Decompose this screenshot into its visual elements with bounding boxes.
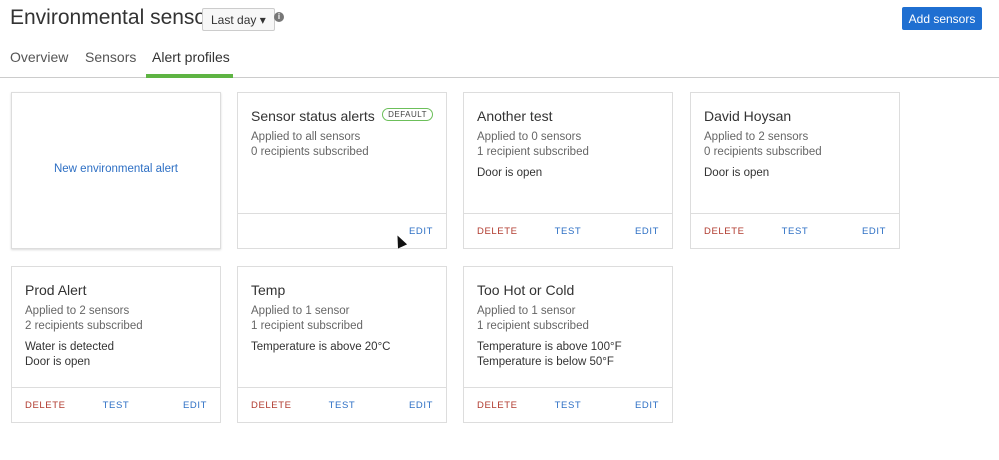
new-environmental-alert-link[interactable]: New environmental alert — [12, 163, 220, 175]
card-title: Temp — [251, 282, 286, 298]
alert-profile-card: Too Hot or Cold Applied to 1 sensor 1 reci… — [463, 266, 673, 423]
recipients-count: 0 recipients subscribed — [704, 146, 822, 158]
applied-sensors: Applied to 1 sensor — [251, 305, 350, 317]
edit-button[interactable]: EDIT — [409, 400, 433, 411]
tab-alert-profiles[interactable]: Alert profiles — [152, 49, 230, 65]
active-tab-indicator — [146, 74, 233, 78]
applied-sensors: Applied to 1 sensor — [477, 305, 576, 317]
edit-button[interactable]: EDIT — [862, 226, 886, 237]
applied-sensors: Applied to 0 sensors — [477, 131, 582, 143]
card-actions: EDIT — [238, 213, 446, 248]
card-title: David Hoysan — [704, 108, 792, 124]
card-title: Prod Alert — [25, 282, 87, 298]
edit-button[interactable]: EDIT — [183, 400, 207, 411]
page-title: Environmental sensors — [10, 6, 224, 29]
tab-overview[interactable]: Overview — [10, 49, 68, 65]
alert-condition: Temperature is above 100°F — [477, 341, 622, 353]
tab-sensors[interactable]: Sensors — [85, 49, 136, 65]
alert-condition: Door is open — [704, 167, 770, 179]
recipients-count: 1 recipient subscribed — [477, 146, 589, 158]
card-actions: DELETE TEST EDIT — [12, 387, 220, 422]
recipients-count: 1 recipient subscribed — [477, 320, 589, 332]
applied-sensors: Applied to 2 sensors — [25, 305, 130, 317]
alert-condition: Water is detected — [25, 341, 115, 353]
recipients-count: 0 recipients subscribed — [251, 146, 369, 158]
edit-button[interactable]: EDIT — [635, 400, 659, 411]
alert-profile-card: Sensor status alerts DEFAULT Applied to al… — [237, 92, 447, 249]
alert-profile-card: Another test Applied to 0 sensors 1 recipi… — [463, 92, 673, 249]
card-title: Sensor status alerts — [251, 108, 375, 124]
card-title: Too Hot or Cold — [477, 282, 575, 298]
card-title: Another test — [477, 108, 553, 124]
alert-condition: Temperature is above 20°C — [251, 341, 391, 353]
alert-condition: Temperature is below 50°F — [477, 356, 614, 368]
applied-sensors: Applied to 2 sensors — [704, 131, 809, 143]
new-alert-card[interactable]: New environmental alert — [11, 92, 221, 249]
card-actions: DELETE TEST EDIT — [464, 213, 672, 248]
recipients-count: 1 recipient subscribed — [251, 320, 363, 332]
alert-profile-card: David Hoysan Applied to 2 sensors 0 recipi… — [690, 92, 900, 249]
tab-bar: Overview Sensors Alert profiles — [0, 40, 999, 78]
alert-profile-card: Temp Applied to 1 sensor 1 recipient subsc… — [237, 266, 447, 423]
alert-profile-card: Prod Alert Applied to 2 sensors 2 recipien… — [11, 266, 221, 423]
applied-sensors: Applied to all sensors — [251, 131, 361, 143]
alert-condition: Door is open — [477, 167, 543, 179]
info-icon[interactable]: i — [274, 12, 284, 22]
card-actions: DELETE TEST EDIT — [691, 213, 899, 248]
recipients-count: 2 recipients subscribed — [25, 320, 143, 332]
edit-button[interactable]: EDIT — [635, 226, 659, 237]
edit-button[interactable]: EDIT — [409, 226, 433, 237]
add-sensors-button[interactable]: Add sensors — [902, 7, 982, 30]
card-actions: DELETE TEST EDIT — [238, 387, 446, 422]
default-badge: DEFAULT — [382, 108, 433, 121]
time-range-dropdown[interactable]: Last day ▾ — [202, 8, 275, 31]
card-actions: DELETE TEST EDIT — [464, 387, 672, 422]
alert-condition: Door is open — [25, 356, 91, 368]
